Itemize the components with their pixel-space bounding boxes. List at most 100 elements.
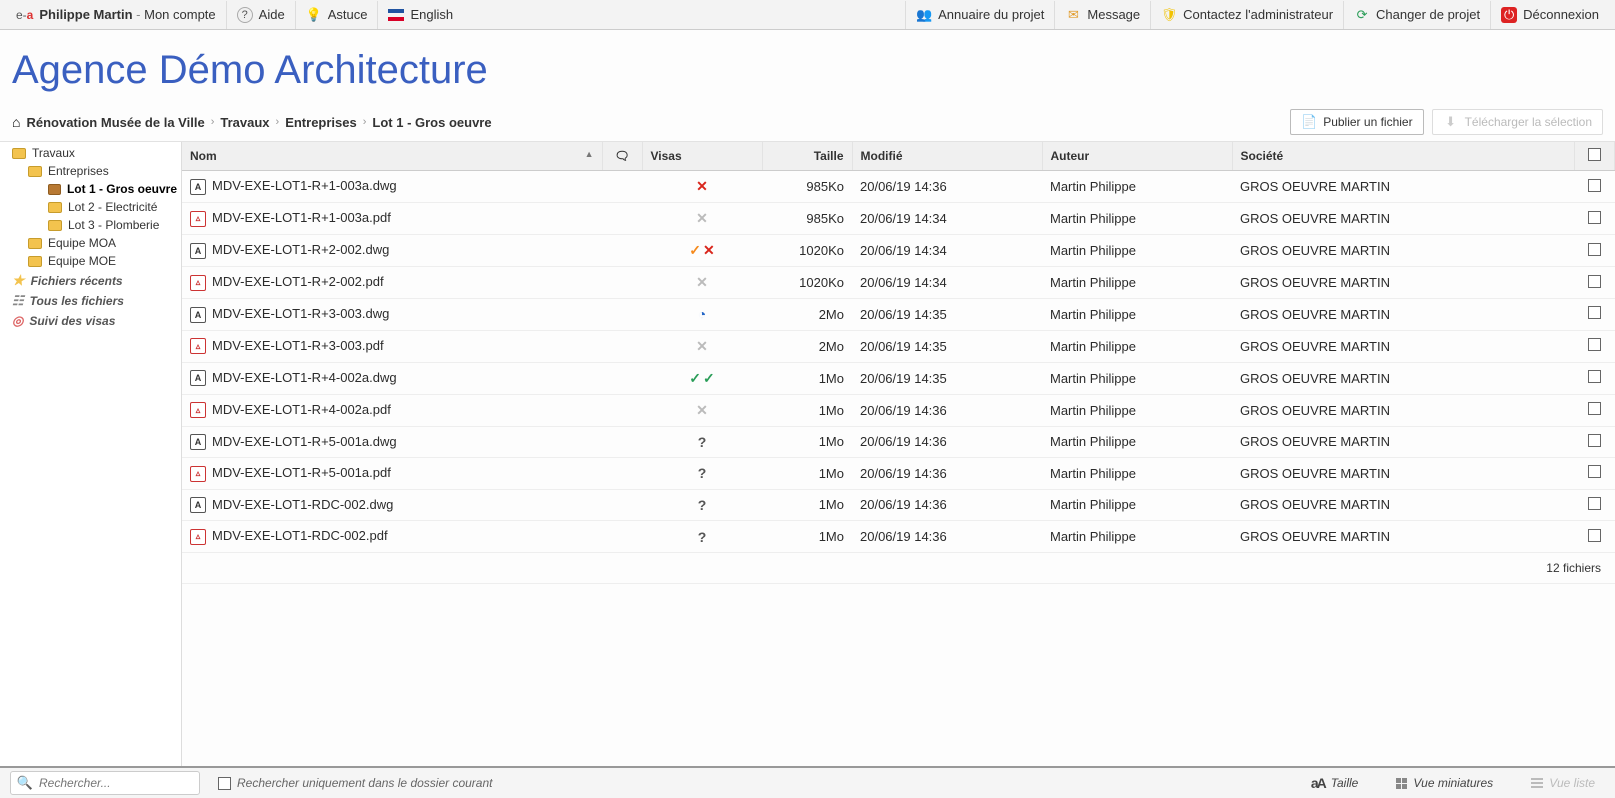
breadcrumb-current[interactable]: Lot 1 - Gros oeuvre	[372, 115, 491, 130]
col-modified[interactable]: Modifié	[852, 142, 1042, 171]
checkbox-icon[interactable]	[1588, 370, 1601, 383]
table-row[interactable]: AMDV-EXE-LOT1-R+5-001a.dwg?1Mo20/06/19 1…	[182, 426, 1615, 458]
cell-name[interactable]: AMDV-EXE-LOT1-R+5-001a.dwg	[182, 426, 602, 458]
col-company[interactable]: Société	[1232, 142, 1575, 171]
cell-comment[interactable]	[602, 362, 642, 394]
help-button[interactable]: ? Aide	[227, 1, 296, 29]
checkbox-icon[interactable]	[1588, 306, 1601, 319]
col-comment[interactable]: 🗨	[602, 142, 642, 171]
cell-comment[interactable]	[602, 394, 642, 426]
table-row[interactable]: ▵MDV-EXE-LOT1-R+1-003a.pdf✕985Ko20/06/19…	[182, 203, 1615, 235]
table-row[interactable]: AMDV-EXE-LOT1-RDC-002.dwg?1Mo20/06/19 14…	[182, 489, 1615, 521]
cell-comment[interactable]	[602, 299, 642, 331]
cell-comment[interactable]	[602, 458, 642, 490]
cell-comment[interactable]	[602, 426, 642, 458]
cell-select[interactable]	[1575, 235, 1615, 267]
contact-admin-button[interactable]: 🛡 Contactez l'administrateur	[1150, 1, 1343, 29]
tree-moe[interactable]: Equipe MOE	[0, 252, 181, 270]
cell-select[interactable]	[1575, 426, 1615, 458]
cell-comment[interactable]	[602, 235, 642, 267]
cell-comment[interactable]	[602, 521, 642, 553]
tree-moa[interactable]: Equipe MOA	[0, 234, 181, 252]
checkbox-icon[interactable]	[1588, 148, 1601, 161]
cell-comment[interactable]	[602, 171, 642, 203]
tree-recent-files[interactable]: ★ Fichiers récents	[0, 270, 181, 291]
cell-select[interactable]	[1575, 330, 1615, 362]
cell-select[interactable]	[1575, 299, 1615, 331]
tree-travaux[interactable]: Travaux	[0, 144, 181, 162]
home-icon[interactable]: ⌂	[12, 114, 20, 130]
table-row[interactable]: ▵MDV-EXE-LOT1-R+5-001a.pdf?1Mo20/06/19 1…	[182, 458, 1615, 490]
cell-comment[interactable]	[602, 267, 642, 299]
cell-select[interactable]	[1575, 362, 1615, 394]
cell-visas[interactable]: ✓✓	[642, 362, 762, 394]
checkbox-icon[interactable]	[1588, 275, 1601, 288]
cell-visas[interactable]: ✕	[642, 171, 762, 203]
cell-comment[interactable]	[602, 489, 642, 521]
cell-name[interactable]: AMDV-EXE-LOT1-R+2-002.dwg	[182, 235, 602, 267]
table-row[interactable]: AMDV-EXE-LOT1-R+2-002.dwg✓✕1020Ko20/06/1…	[182, 235, 1615, 267]
change-project-button[interactable]: ⟳ Changer de projet	[1343, 1, 1490, 29]
cell-visas[interactable]: ✕	[642, 267, 762, 299]
cell-visas[interactable]: ?	[642, 426, 762, 458]
cell-name[interactable]: ▵MDV-EXE-LOT1-R+3-003.pdf	[182, 330, 602, 362]
table-row[interactable]: ▵MDV-EXE-LOT1-R+4-002a.pdf✕1Mo20/06/19 1…	[182, 394, 1615, 426]
size-toggle[interactable]: aA Taille	[1301, 775, 1368, 791]
cell-select[interactable]	[1575, 267, 1615, 299]
col-name[interactable]: Nom ▲	[182, 142, 602, 171]
tree-all-files[interactable]: ☷ Tous les fichiers	[0, 291, 181, 311]
checkbox-icon[interactable]	[1588, 179, 1601, 192]
cell-comment[interactable]	[602, 203, 642, 235]
table-row[interactable]: AMDV-EXE-LOT1-R+1-003a.dwg✕985Ko20/06/19…	[182, 171, 1615, 203]
cell-select[interactable]	[1575, 394, 1615, 426]
cell-visas[interactable]: ?	[642, 458, 762, 490]
cell-name[interactable]: ▵MDV-EXE-LOT1-R+2-002.pdf	[182, 267, 602, 299]
checkbox-icon[interactable]	[1588, 211, 1601, 224]
cell-name[interactable]: ▵MDV-EXE-LOT1-R+1-003a.pdf	[182, 203, 602, 235]
search-folder-only[interactable]: Rechercher uniquement dans le dossier co…	[218, 776, 492, 790]
tree-entreprises[interactable]: Entreprises	[0, 162, 181, 180]
cell-name[interactable]: ▵MDV-EXE-LOT1-R+5-001a.pdf	[182, 458, 602, 490]
cell-visas[interactable]: ✕	[642, 330, 762, 362]
checkbox-icon[interactable]	[1588, 465, 1601, 478]
cell-select[interactable]	[1575, 171, 1615, 203]
checkbox-icon[interactable]	[1588, 434, 1601, 447]
cell-name[interactable]: AMDV-EXE-LOT1-R+3-003.dwg	[182, 299, 602, 331]
cell-visas[interactable]: ◔	[642, 299, 762, 331]
language-button[interactable]: English	[378, 1, 463, 29]
cell-visas[interactable]: ?	[642, 521, 762, 553]
table-row[interactable]: ▵MDV-EXE-LOT1-R+3-003.pdf✕2Mo20/06/19 14…	[182, 330, 1615, 362]
checkbox-icon[interactable]	[218, 777, 231, 790]
tree-lot3[interactable]: Lot 3 - Plomberie	[0, 216, 181, 234]
account-menu[interactable]: e-a Philippe Martin - Mon compte	[6, 1, 227, 29]
cell-select[interactable]	[1575, 203, 1615, 235]
col-size[interactable]: Taille	[762, 142, 852, 171]
search-input-wrapper[interactable]: 🔍	[10, 771, 200, 795]
cell-comment[interactable]	[602, 330, 642, 362]
cell-select[interactable]	[1575, 458, 1615, 490]
checkbox-icon[interactable]	[1588, 243, 1601, 256]
table-row[interactable]: ▵MDV-EXE-LOT1-RDC-002.pdf?1Mo20/06/19 14…	[182, 521, 1615, 553]
cell-visas[interactable]: ✕	[642, 394, 762, 426]
cell-name[interactable]: AMDV-EXE-LOT1-RDC-002.dwg	[182, 489, 602, 521]
search-input[interactable]	[39, 776, 193, 790]
tree-lot1[interactable]: Lot 1 - Gros oeuvre	[0, 180, 181, 198]
cell-name[interactable]: ▵MDV-EXE-LOT1-RDC-002.pdf	[182, 521, 602, 553]
cell-name[interactable]: ▵MDV-EXE-LOT1-R+4-002a.pdf	[182, 394, 602, 426]
cell-visas[interactable]: ✕	[642, 203, 762, 235]
cell-select[interactable]	[1575, 489, 1615, 521]
view-thumbnails[interactable]: Vue miniatures	[1386, 776, 1503, 790]
message-button[interactable]: ✉ Message	[1054, 1, 1150, 29]
checkbox-icon[interactable]	[1588, 529, 1601, 542]
publish-file-button[interactable]: 📄 Publier un fichier	[1290, 109, 1423, 135]
table-row[interactable]: ▵MDV-EXE-LOT1-R+2-002.pdf✕1020Ko20/06/19…	[182, 267, 1615, 299]
col-visas[interactable]: Visas	[642, 142, 762, 171]
table-row[interactable]: AMDV-EXE-LOT1-R+3-003.dwg◔2Mo20/06/19 14…	[182, 299, 1615, 331]
tree-visa-tracking[interactable]: ◎ Suivi des visas	[0, 311, 181, 331]
tree-lot2[interactable]: Lot 2 - Electricité	[0, 198, 181, 216]
cell-visas[interactable]: ?	[642, 489, 762, 521]
tip-button[interactable]: 💡 Astuce	[296, 1, 379, 29]
checkbox-icon[interactable]	[1588, 338, 1601, 351]
breadcrumb-travaux[interactable]: Travaux	[220, 115, 269, 130]
cell-visas[interactable]: ✓✕	[642, 235, 762, 267]
